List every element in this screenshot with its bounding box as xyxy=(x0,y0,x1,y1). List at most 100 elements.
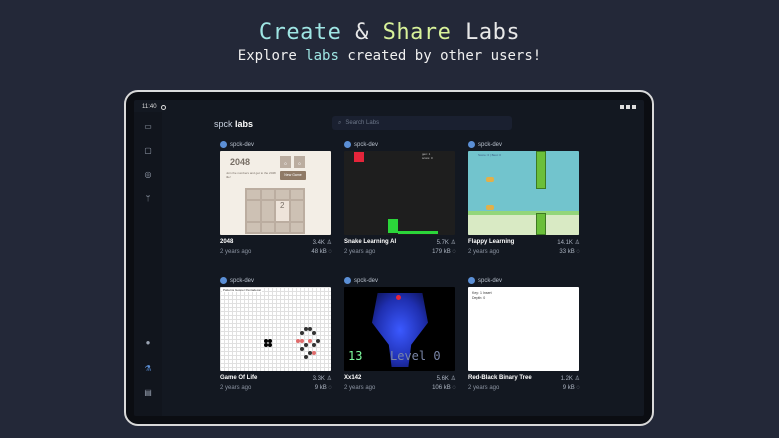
size-icon: ◌ xyxy=(452,249,456,255)
lab-size: 106 kB ◌ xyxy=(432,385,456,391)
search-icon: ⌕ xyxy=(338,119,342,126)
lab-thumbnail[interactable]: 13 Level 0 xyxy=(344,287,455,371)
grid-cell xyxy=(290,190,303,200)
card-owner[interactable]: spck-dev xyxy=(344,276,456,285)
lab-name: 2048 xyxy=(220,239,234,245)
thumb-line: Depth: 0 xyxy=(472,296,486,300)
lab-size-value: 9 kB xyxy=(314,385,327,391)
view-count: 5.7K ♙ xyxy=(437,239,456,246)
life-cell xyxy=(300,339,304,343)
lab-size-value: 179 kB xyxy=(432,249,451,255)
avatar xyxy=(220,141,227,148)
lab-thumbnail[interactable]: gen: 1 score: 0 xyxy=(344,151,455,235)
grid-cell xyxy=(290,201,303,221)
search-input[interactable]: ⌕ Search Labs xyxy=(332,116,512,130)
grid-cell xyxy=(276,222,289,232)
life-cell xyxy=(300,331,304,335)
card-owner[interactable]: spck-dev xyxy=(468,140,580,149)
view-count-value: 5.6K xyxy=(436,376,449,382)
status-bar: 11:40 xyxy=(142,102,636,112)
thumb-bird xyxy=(486,205,494,210)
card-owner[interactable]: spck-dev xyxy=(220,276,332,285)
subheadline: Explore labs created by other users! xyxy=(0,48,779,64)
views-icon: ♙ xyxy=(574,376,580,382)
headline-word-create: Create xyxy=(258,20,342,45)
life-cell xyxy=(304,355,308,359)
thumb-counter: 13 xyxy=(348,349,363,363)
grid-cell xyxy=(247,201,260,221)
card-owner[interactable]: spck-dev xyxy=(220,140,332,149)
lab-card[interactable]: spck-dev 2048 0 0 Join the numbers and g… xyxy=(220,140,332,255)
view-count-value: 1.2K xyxy=(560,376,573,382)
status-indicators xyxy=(620,105,636,109)
avatar xyxy=(220,277,227,284)
lab-thumbnail[interactable]: Key: 1 Insert Depth: 0 xyxy=(468,287,579,371)
view-count: 1.2K ♙ xyxy=(561,375,580,382)
view-count: 5.6K ♙ xyxy=(437,375,456,382)
avatar xyxy=(344,277,351,284)
view-count-value: 5.7K xyxy=(436,240,449,246)
lab-name: Game Of Life xyxy=(220,375,258,381)
lab-card[interactable]: spck-dev Patterns Gosper Pentadecat Game… xyxy=(220,276,332,391)
lab-size: 9 kB ◌ xyxy=(563,385,580,391)
life-cell xyxy=(308,339,312,343)
lab-size: 48 kB ◌ xyxy=(311,249,332,255)
card-owner[interactable]: spck-dev xyxy=(344,140,456,149)
thumb-game-grid: 2 xyxy=(245,188,305,234)
app-screen: 11:40 ▭ ▢ ◎ ᛘ ● ⚗ ▤ spck labs ⌕ Search L… xyxy=(134,100,644,416)
card-owner[interactable]: spck-dev xyxy=(468,276,580,285)
subheadline-suffix: created by other users! xyxy=(338,48,542,64)
info-icon[interactable]: ● xyxy=(143,338,153,348)
thumb-ball xyxy=(396,295,401,300)
lab-thumbnail[interactable]: Score: 0 | Best: 0 xyxy=(468,151,579,235)
grid-cell xyxy=(261,190,274,200)
size-icon: ◌ xyxy=(452,385,456,391)
views-icon: ♙ xyxy=(574,240,580,246)
lab-size-value: 33 kB xyxy=(559,249,575,255)
life-cell xyxy=(312,343,316,347)
grid-cell xyxy=(261,201,274,221)
owner-name: spck-dev xyxy=(354,277,379,284)
lab-age: 2 years ago xyxy=(344,249,376,255)
thumb-score-box: 0 xyxy=(280,156,291,168)
lab-size-value: 48 kB xyxy=(311,249,327,255)
lab-card[interactable]: spck-dev 13 Level 0 Xx142 5.6K ♙ 2 years … xyxy=(344,276,456,391)
size-icon: ◌ xyxy=(328,385,332,391)
grid-cell xyxy=(261,222,274,232)
lab-thumbnail[interactable]: 2048 0 0 Join the numbers and get to the… xyxy=(220,151,331,235)
view-count-value: 14.1K xyxy=(557,240,573,246)
book-icon[interactable]: ▤ xyxy=(143,388,153,398)
thumb-new-game-button: New Game xyxy=(280,171,306,180)
thumb-stats-text: gen: 1 score: 0 xyxy=(422,152,433,160)
lab-name: Flappy Learning xyxy=(468,239,515,245)
folder-icon[interactable]: ▢ xyxy=(143,146,153,156)
thumb-text: Key: 1 Insert Depth: 0 xyxy=(472,291,492,301)
views-icon: ♙ xyxy=(450,376,456,382)
lab-card[interactable]: spck-dev Score: 0 | Best: 0 Flappy Learn… xyxy=(468,140,580,255)
lab-thumbnail[interactable]: Patterns Gosper Pentadecat xyxy=(220,287,331,371)
grid-tile: 2 xyxy=(276,201,289,221)
life-cell xyxy=(300,347,304,351)
lab-size: 179 kB ◌ xyxy=(432,249,456,255)
inbox-icon[interactable]: ▭ xyxy=(143,122,153,132)
view-count: 3.4K ♙ xyxy=(313,239,332,246)
brand-logo: spck labs xyxy=(214,119,253,129)
owner-name: spck-dev xyxy=(230,141,255,148)
thumb-pipe-top xyxy=(536,151,546,189)
lab-age: 2 years ago xyxy=(220,385,252,391)
lab-card[interactable]: spck-dev gen: 1 score: 0 Snake Learning … xyxy=(344,140,456,255)
size-icon: ◌ xyxy=(328,249,332,255)
lab-name: Snake Learning AI xyxy=(344,239,397,245)
thumb-game-title: 2048 xyxy=(230,157,251,167)
thumb-bird xyxy=(486,177,494,182)
owner-name: spck-dev xyxy=(230,277,255,284)
git-branch-icon[interactable]: ᛘ xyxy=(143,194,153,204)
lab-size: 9 kB ◌ xyxy=(315,385,332,391)
life-cell xyxy=(316,339,320,343)
headline-ampersand: & xyxy=(355,20,369,45)
search-icon[interactable]: ◎ xyxy=(143,170,153,180)
headline: Create & Share Labs xyxy=(0,20,779,45)
lab-card[interactable]: spck-dev Key: 1 Insert Depth: 0 Red-Blac… xyxy=(468,276,580,391)
brand-logo-prefix: spck xyxy=(214,119,236,129)
labs-flask-icon[interactable]: ⚗ xyxy=(143,364,153,374)
